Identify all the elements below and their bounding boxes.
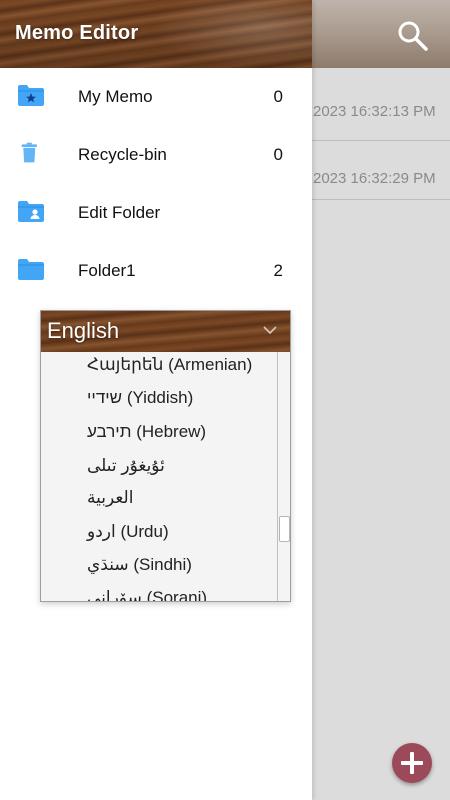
folder-name: Edit Folder [78, 203, 161, 222]
selected-language: English [47, 318, 120, 343]
language-selector[interactable]: English [41, 311, 290, 352]
language-option[interactable]: العربية [87, 488, 133, 508]
folder-icon [18, 259, 44, 280]
language-option[interactable]: ئۇيغۇر تىلى [87, 456, 165, 476]
folder-count: 0 [273, 87, 283, 106]
language-option[interactable]: سنڌي (Sindhi) [87, 555, 192, 575]
language-dropdown: English Հայերեն (Armenian) שידיי (Yiddis… [40, 310, 291, 602]
folder-count: 0 [273, 145, 283, 164]
language-scrollbar[interactable] [277, 352, 290, 601]
folder-name: Recycle-bin [78, 145, 167, 164]
language-option[interactable]: שידיי (Yiddish) [87, 388, 193, 408]
folder-star-icon [18, 85, 44, 106]
language-option[interactable]: Հայերեն (Armenian) [87, 355, 252, 375]
memo-item-date[interactable]: 2023 16:32:29 PM [313, 170, 436, 187]
folder-item-recycle-bin[interactable]: Recycle-bin 0 [0, 126, 312, 184]
drawer-header: Memo Editor [0, 0, 312, 68]
language-option-list: Հայերեն (Armenian) שידיי (Yiddish) תירבע… [41, 352, 290, 601]
folder-person-icon [18, 201, 44, 222]
folder-item-edit-folder[interactable]: Edit Folder [0, 184, 312, 242]
add-memo-button[interactable] [392, 743, 432, 783]
memo-divider [312, 199, 450, 200]
folder-name: Folder1 [78, 261, 136, 280]
folder-count: 2 [273, 261, 283, 280]
folder-item-folder1[interactable]: Folder1 2 [0, 242, 312, 300]
app-title: Memo Editor [15, 22, 139, 44]
folder-name: My Memo [78, 87, 153, 106]
language-option[interactable]: תירבע (Hebrew) [87, 422, 206, 442]
trash-icon [21, 142, 37, 163]
search-icon[interactable] [395, 18, 431, 54]
memo-divider [312, 140, 450, 141]
language-option[interactable]: اردو (Urdu) [87, 522, 169, 542]
chevron-down-icon [263, 326, 277, 335]
folder-item-my-memo[interactable]: My Memo 0 [0, 68, 312, 126]
language-option[interactable]: سۆرانی (Sorani) [87, 588, 207, 601]
language-scrollbar-thumb[interactable] [279, 516, 290, 542]
memo-item-date[interactable]: 2023 16:32:13 PM [313, 103, 436, 120]
